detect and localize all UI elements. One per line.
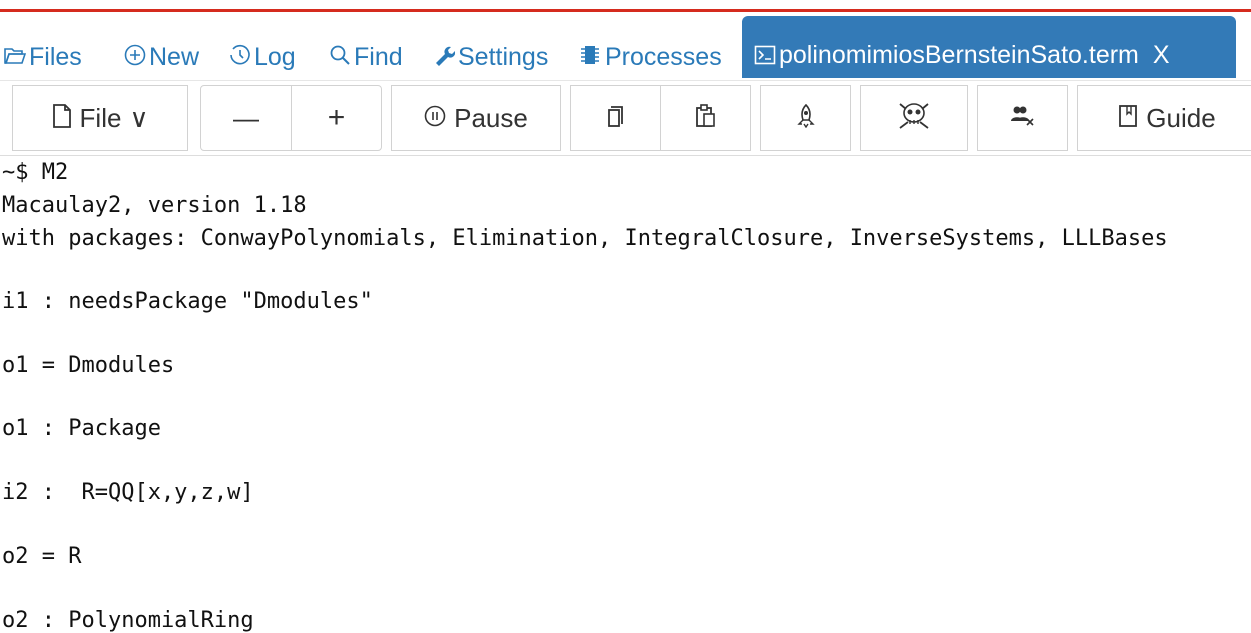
copy-button[interactable] (570, 85, 661, 151)
tab-bar: Files New Log Find Settings Processes po… (0, 12, 1251, 80)
tab-files-label: Files (29, 42, 82, 71)
tab-files[interactable]: Files (4, 40, 82, 74)
pause-button[interactable]: Pause (391, 85, 561, 151)
file-menu-button[interactable]: File ∨ (12, 85, 188, 151)
tab-settings[interactable]: Settings (433, 40, 548, 74)
folder-open-icon (4, 46, 27, 69)
tab-active-terminal-label: polinomimiosBernsteinSato.term (779, 41, 1139, 69)
paste-icon (695, 104, 717, 132)
tab-new-label: New (149, 42, 200, 71)
guide-button[interactable]: Guide (1077, 85, 1251, 151)
book-icon (1118, 104, 1138, 132)
file-icon (52, 104, 72, 132)
plus-circle-icon (124, 44, 146, 70)
plus-icon: + (327, 101, 346, 134)
tab-settings-label: Settings (458, 42, 549, 71)
tab-find[interactable]: Find (329, 40, 403, 74)
tab-log-label: Log (254, 42, 296, 71)
tab-log[interactable]: Log (229, 40, 296, 74)
skull-crossbones-icon (896, 100, 932, 136)
close-icon[interactable]: X (1153, 41, 1170, 70)
tab-find-label: Find (354, 42, 403, 71)
boost-button[interactable] (760, 85, 851, 151)
terminal-toolbar: File ∨ — + Pause Guide (0, 80, 1251, 156)
tab-processes[interactable]: Processes (578, 40, 722, 74)
guide-label: Guide (1146, 102, 1216, 133)
tab-active-terminal[interactable]: polinomimiosBernsteinSato.term X (742, 16, 1236, 78)
file-menu-label: File (79, 102, 122, 133)
tab-new[interactable]: New (124, 40, 199, 74)
zoom-in-button[interactable]: + (291, 85, 382, 151)
wrench-icon (433, 44, 456, 70)
kill-button[interactable] (860, 85, 968, 151)
history-icon (229, 44, 251, 70)
terminal-line: o1 = Dmodules (2, 353, 175, 378)
terminal-line: i2 : R=QQ[x,y,z,w] (2, 480, 254, 505)
kick-users-button[interactable] (977, 85, 1068, 151)
terminal-line: o1 : Package (2, 416, 161, 441)
pause-label: Pause (454, 102, 528, 133)
terminal-line: o2 : PolynomialRing (2, 608, 254, 633)
paste-button[interactable] (660, 85, 751, 151)
minus-icon: — (233, 102, 259, 133)
terminal-line: o2 = R (2, 544, 82, 569)
terminal-line: with packages: ConwayPolynomials, Elimin… (2, 226, 1168, 251)
chevron-down-icon: ∨ (129, 102, 149, 133)
terminal-line: ~$ M2 (2, 160, 69, 185)
copy-icon (607, 104, 625, 132)
zoom-out-button[interactable]: — (200, 85, 292, 151)
terminal-output[interactable]: ~$ M2 Macaulay2, version 1.18 with packa… (0, 158, 1251, 633)
users-remove-icon (1010, 105, 1036, 131)
terminal-line: i1 : needsPackage "Dmodules" (2, 289, 373, 314)
terminal-line: Macaulay2, version 1.18 (2, 193, 307, 218)
search-icon (329, 44, 351, 70)
terminal-icon (754, 44, 776, 70)
pause-circle-icon (424, 105, 446, 131)
microchip-icon (578, 43, 602, 71)
tab-processes-label: Processes (605, 42, 722, 71)
rocket-icon (796, 103, 815, 132)
